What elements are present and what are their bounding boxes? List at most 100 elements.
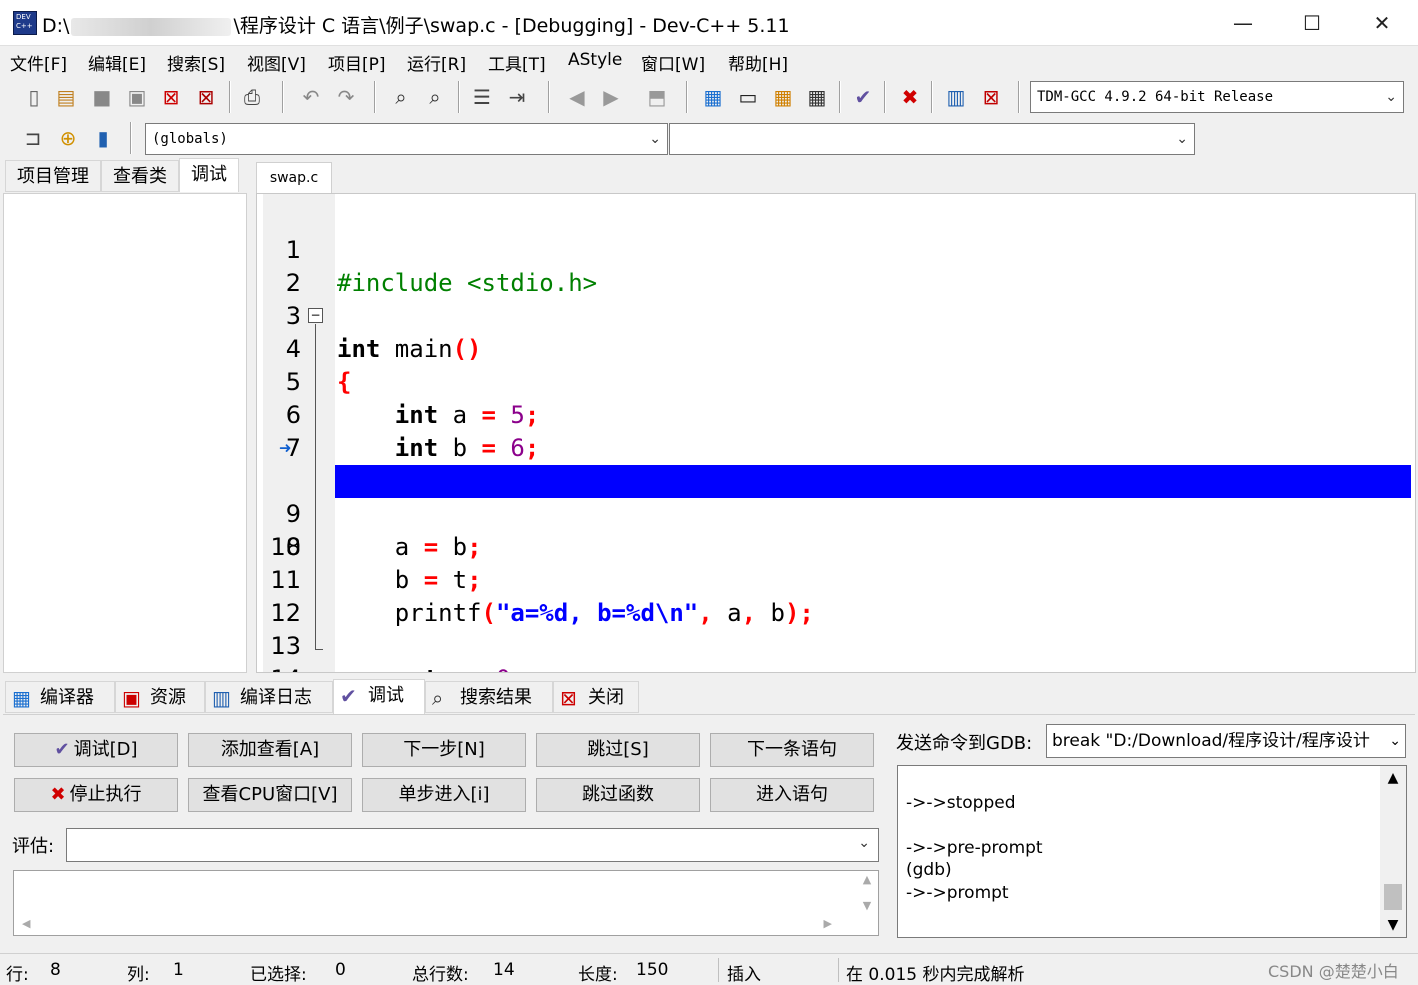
skip-button[interactable]: 跳过[S] [536, 733, 700, 767]
horizontal-scrollbar[interactable]: ◀ ▶ [16, 917, 856, 933]
tab-project-manager[interactable]: 项目管理 [5, 160, 101, 192]
save-all-icon[interactable]: ▣ [124, 84, 150, 110]
tab-debug[interactable]: 调试 [179, 158, 239, 192]
gdb-command-input[interactable]: break "D:/Download/程序设计/程序设计 ⌄ [1046, 724, 1406, 758]
step-over-function-button[interactable]: 跳过函数 [536, 778, 700, 812]
devcpp-app-icon[interactable]: DEV C++ [13, 11, 37, 35]
menu-window[interactable]: 窗口[W] [641, 50, 705, 75]
debug-check-icon[interactable]: ✔ [850, 84, 876, 110]
toolbar-separator [458, 81, 460, 113]
insert-icon[interactable]: ⊐ [20, 125, 46, 151]
toggle-bookmark-icon[interactable]: ⊕ [55, 125, 81, 151]
rebuild-icon[interactable]: ▦ [804, 84, 830, 110]
new-file-icon[interactable]: ▯ [21, 84, 47, 110]
close-button[interactable]: ✕ [1347, 0, 1417, 46]
compiler-grid-icon: ▦ [12, 686, 31, 710]
compile-run-icon[interactable]: ▦ [770, 84, 796, 110]
stop-execution-button[interactable]: ✖ 停止执行 [14, 778, 178, 812]
redo-icon[interactable]: ↷ [333, 84, 359, 110]
step-into-button[interactable]: 单步进入[i] [362, 778, 526, 812]
chevron-down-icon[interactable]: ⌄ [858, 835, 870, 851]
compiler-select[interactable]: TDM-GCC 4.9.2 64-bit Release ⌄ [1030, 81, 1404, 113]
code-editor[interactable]: − 1 #include <stdio.h> 2 3 int main() 4 … [256, 193, 1416, 673]
run-icon[interactable]: ▭ [735, 84, 761, 110]
open-file-icon[interactable]: ▤ [53, 84, 79, 110]
menu-tools[interactable]: 工具[T] [488, 50, 546, 75]
find-icon[interactable]: ⌕ [388, 84, 414, 110]
menu-search[interactable]: 搜索[S] [167, 50, 225, 75]
view-cpu-window-button[interactable]: 查看CPU窗口[V] [188, 778, 352, 812]
code-line-14: 14 } [257, 630, 1415, 672]
menu-file[interactable]: 文件[F] [10, 50, 67, 75]
toolbar-separator [1018, 81, 1020, 113]
close-file-icon[interactable]: ⊠ [158, 84, 184, 110]
compile-icon[interactable]: ▦ [700, 84, 726, 110]
status-row-value: 8 [50, 960, 61, 980]
scrollbar-thumb[interactable] [1384, 884, 1402, 910]
save-icon[interactable]: ■ [89, 84, 115, 110]
tab-debug-output[interactable]: ✔ 调试 [333, 679, 425, 715]
tab-class-browser[interactable]: 查看类 [101, 160, 179, 192]
vertical-scrollbar[interactable]: ▲ ▼ [1380, 766, 1406, 937]
stop-debug-icon[interactable]: ✖ [897, 84, 923, 110]
undo-icon[interactable]: ↶ [298, 84, 324, 110]
tab-close[interactable]: ⊠ 关闭 [553, 681, 639, 713]
file-tab-swap-c[interactable]: swap.c [256, 162, 332, 194]
maximize-button[interactable]: ☐ [1277, 0, 1347, 46]
evaluate-input[interactable]: ⌄ [66, 828, 879, 862]
indent-icon[interactable]: ☰ [469, 84, 495, 110]
status-total-value: 14 [493, 960, 515, 980]
gdb-output[interactable]: ->->stopped ->->pre-prompt (gdb) ->->pro… [897, 765, 1407, 938]
tab-label: 调试 [368, 685, 404, 706]
gdb-output-line: ->->prompt [906, 883, 1009, 903]
chevron-down-icon[interactable]: ⌄ [1385, 725, 1401, 757]
minimize-button[interactable]: — [1208, 0, 1278, 46]
check-icon: ✔ [340, 684, 357, 708]
bookmark-icon[interactable]: ⬒ [644, 84, 670, 110]
goto-bookmark-icon[interactable]: ▮ [90, 125, 116, 151]
add-watch-button[interactable]: 添加查看[A] [188, 733, 352, 767]
tab-compiler[interactable]: ▦ 编译器 [5, 681, 115, 713]
scroll-up-icon[interactable]: ▲ [1380, 770, 1406, 786]
vertical-scrollbar[interactable]: ▲ ▼ [858, 873, 876, 917]
menu-astyle[interactable]: AStyle [568, 50, 622, 70]
toolbar-separator [884, 81, 886, 113]
print-icon[interactable]: ⎙ [239, 84, 265, 110]
status-col-label: 列: [127, 965, 150, 985]
code-line-13: 13 return 0; [257, 597, 1415, 672]
scope-select[interactable]: (globals) ⌄ [145, 123, 668, 155]
unindent-icon[interactable]: ⇥ [504, 84, 530, 110]
tab-search-results[interactable]: ⌕ 搜索结果 [425, 681, 553, 713]
evaluate-output[interactable]: ▲ ▼ ◀ ▶ [13, 870, 879, 936]
menu-edit[interactable]: 编辑[E] [88, 50, 146, 75]
scroll-down-icon[interactable]: ▼ [1380, 917, 1406, 933]
member-select[interactable]: ⌄ [669, 123, 1195, 155]
stop-x-icon: ✖ [50, 784, 66, 805]
next-step-button[interactable]: 下一步[N] [362, 733, 526, 767]
debug-watch-pane[interactable] [3, 193, 247, 673]
status-total-label: 总行数: [412, 965, 469, 985]
tab-resources[interactable]: ▣ 资源 [115, 681, 205, 713]
go-back-icon[interactable]: ◀ [564, 84, 590, 110]
status-selected-value: 0 [335, 960, 346, 980]
step-into-statement-button[interactable]: 进入语句 [710, 778, 874, 812]
close-panel-icon: ⊠ [560, 686, 577, 710]
menu-project[interactable]: 项目[P] [328, 50, 386, 75]
next-statement-button[interactable]: 下一条语句 [710, 733, 874, 767]
menu-view[interactable]: 视图[V] [247, 50, 306, 75]
menu-help[interactable]: 帮助[H] [728, 50, 788, 75]
replace-icon[interactable]: ⌕ [422, 84, 448, 110]
status-insert-mode: 插入 [727, 965, 761, 985]
tab-label: 搜索结果 [460, 687, 532, 708]
close-all-icon[interactable]: ⊠ [193, 84, 219, 110]
compiler-select-value: TDM-GCC 4.9.2 64-bit Release [1037, 89, 1274, 105]
profile-chart-icon[interactable]: ▥ [943, 84, 969, 110]
go-forward-icon[interactable]: ▶ [598, 84, 624, 110]
status-separator [718, 958, 719, 982]
code-number: 0 [482, 665, 510, 672]
debug-button[interactable]: ✔ 调试[D] [14, 733, 178, 767]
delete-profile-icon[interactable]: ⊠ [978, 84, 1004, 110]
tab-label: 资源 [150, 687, 186, 708]
menu-run[interactable]: 运行[R] [407, 50, 466, 75]
tab-compile-log[interactable]: ▥ 编译日志 [205, 681, 333, 713]
